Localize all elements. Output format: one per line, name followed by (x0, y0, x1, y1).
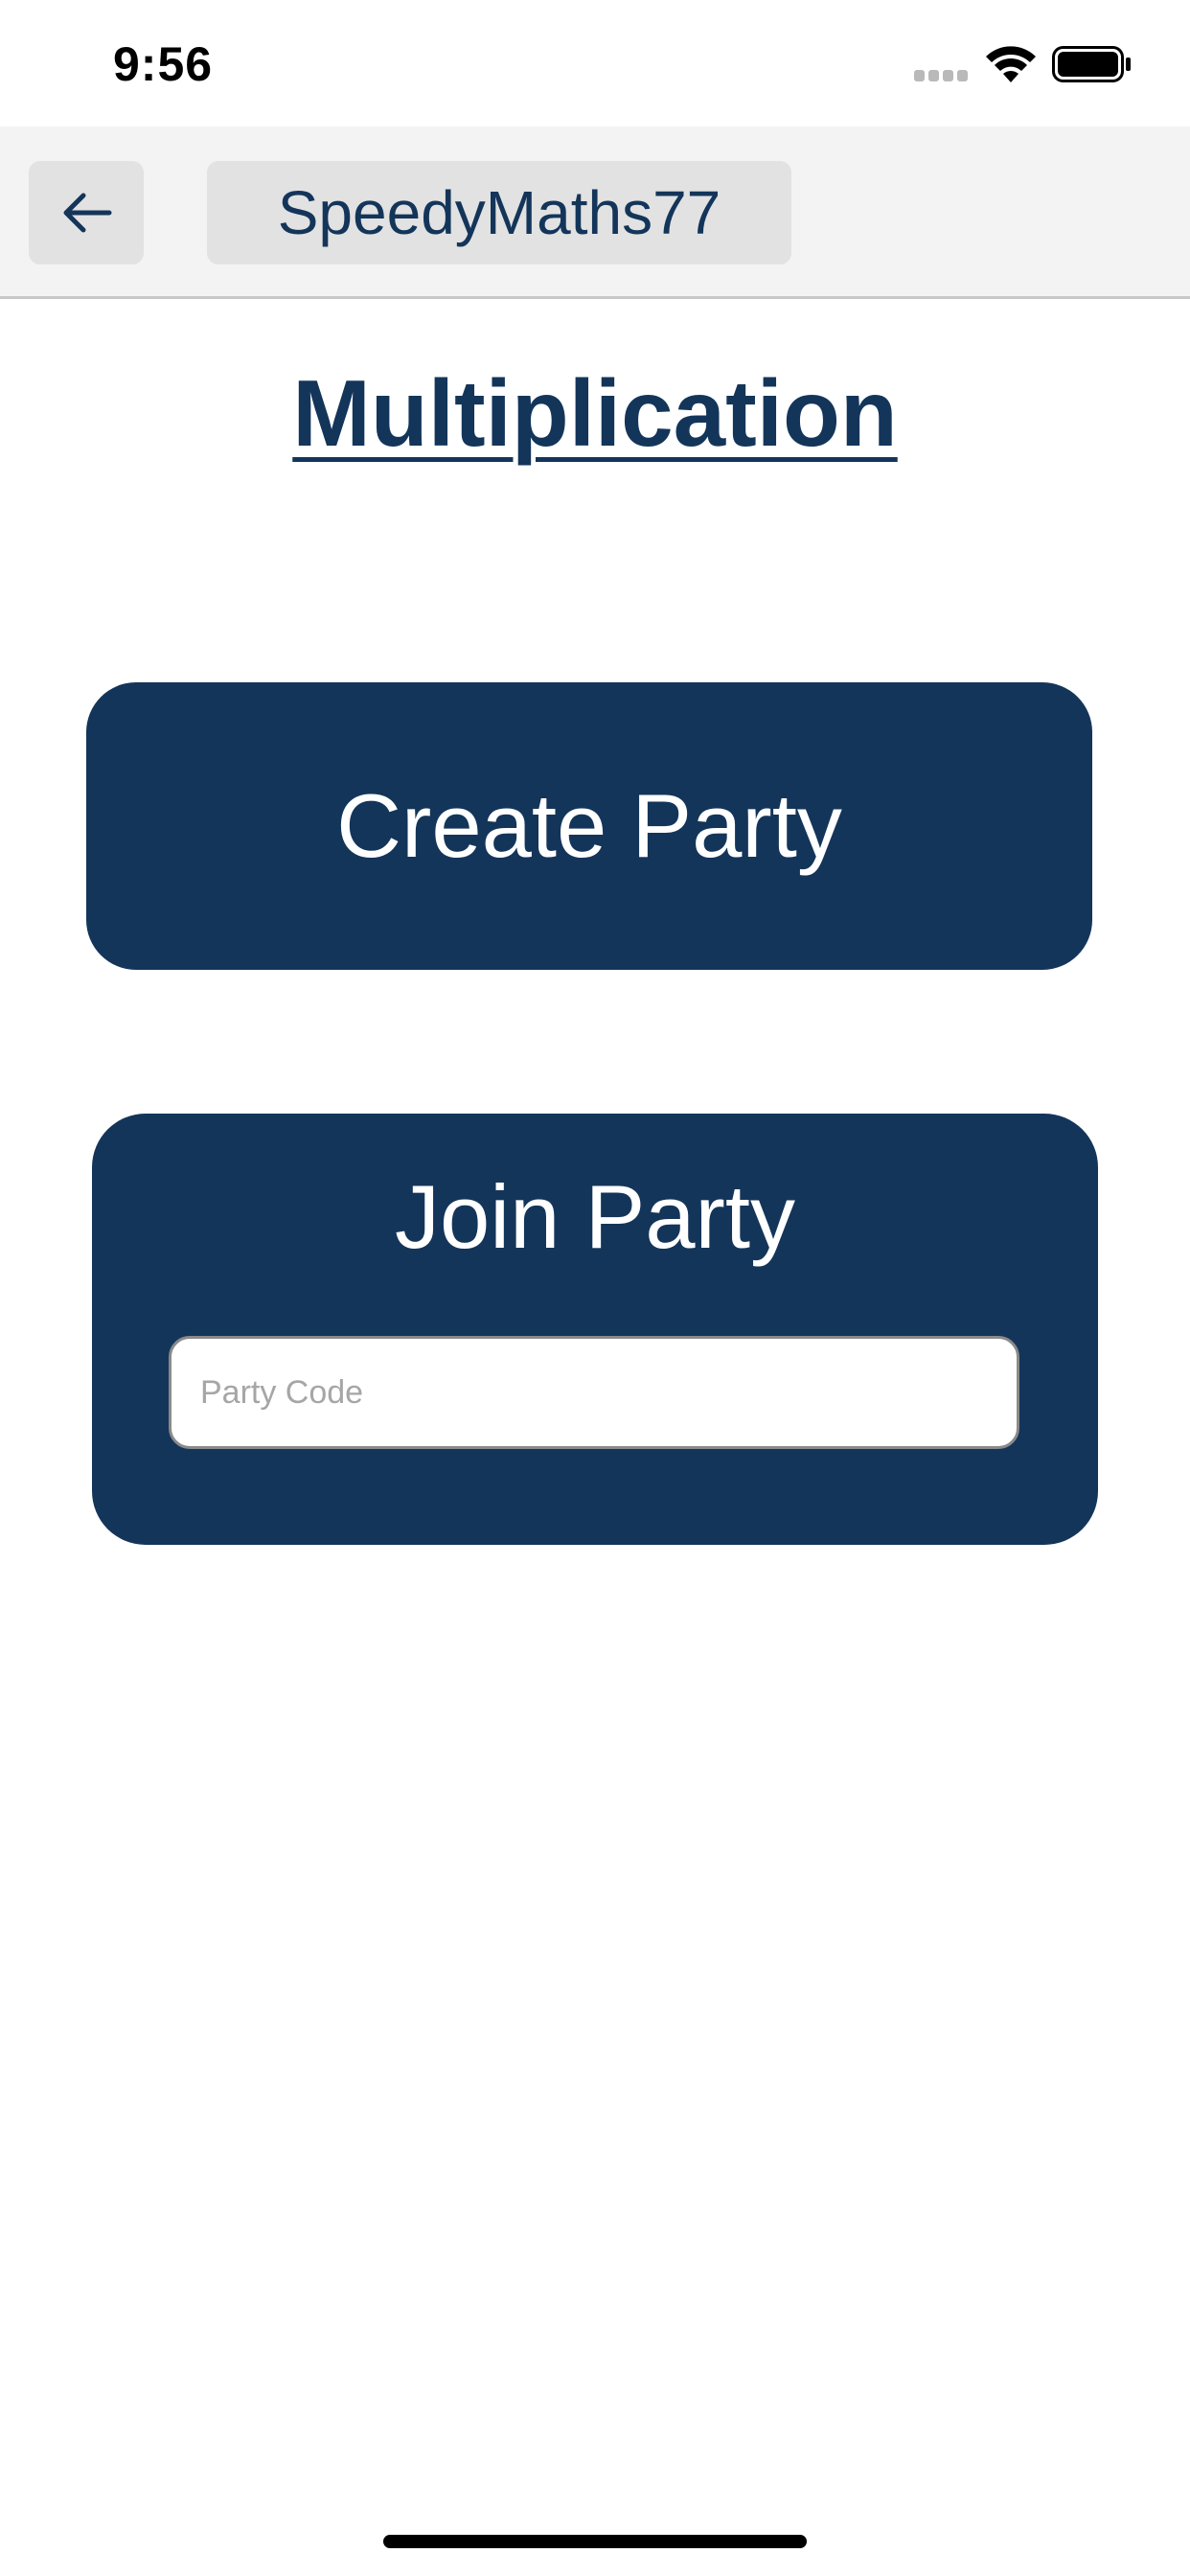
create-party-label: Create Party (336, 775, 842, 876)
join-party-card: Join Party (92, 1114, 1098, 1545)
status-bar: 9:56 (0, 0, 1190, 126)
header-bar: SpeedyMaths77 (0, 126, 1190, 299)
create-party-button[interactable]: Create Party (86, 682, 1092, 970)
party-code-input[interactable] (169, 1336, 1019, 1449)
battery-icon (1052, 46, 1131, 82)
back-button[interactable] (29, 161, 144, 264)
cellular-signal-icon (914, 70, 968, 81)
status-time: 9:56 (113, 37, 214, 91)
join-party-button[interactable]: Join Party (92, 1167, 1098, 1267)
wifi-icon (986, 46, 1036, 82)
username-chip[interactable]: SpeedyMaths77 (207, 161, 791, 264)
home-indicator (383, 2535, 807, 2548)
page-title: Multiplication (292, 360, 898, 466)
arrow-left-icon (63, 193, 112, 233)
